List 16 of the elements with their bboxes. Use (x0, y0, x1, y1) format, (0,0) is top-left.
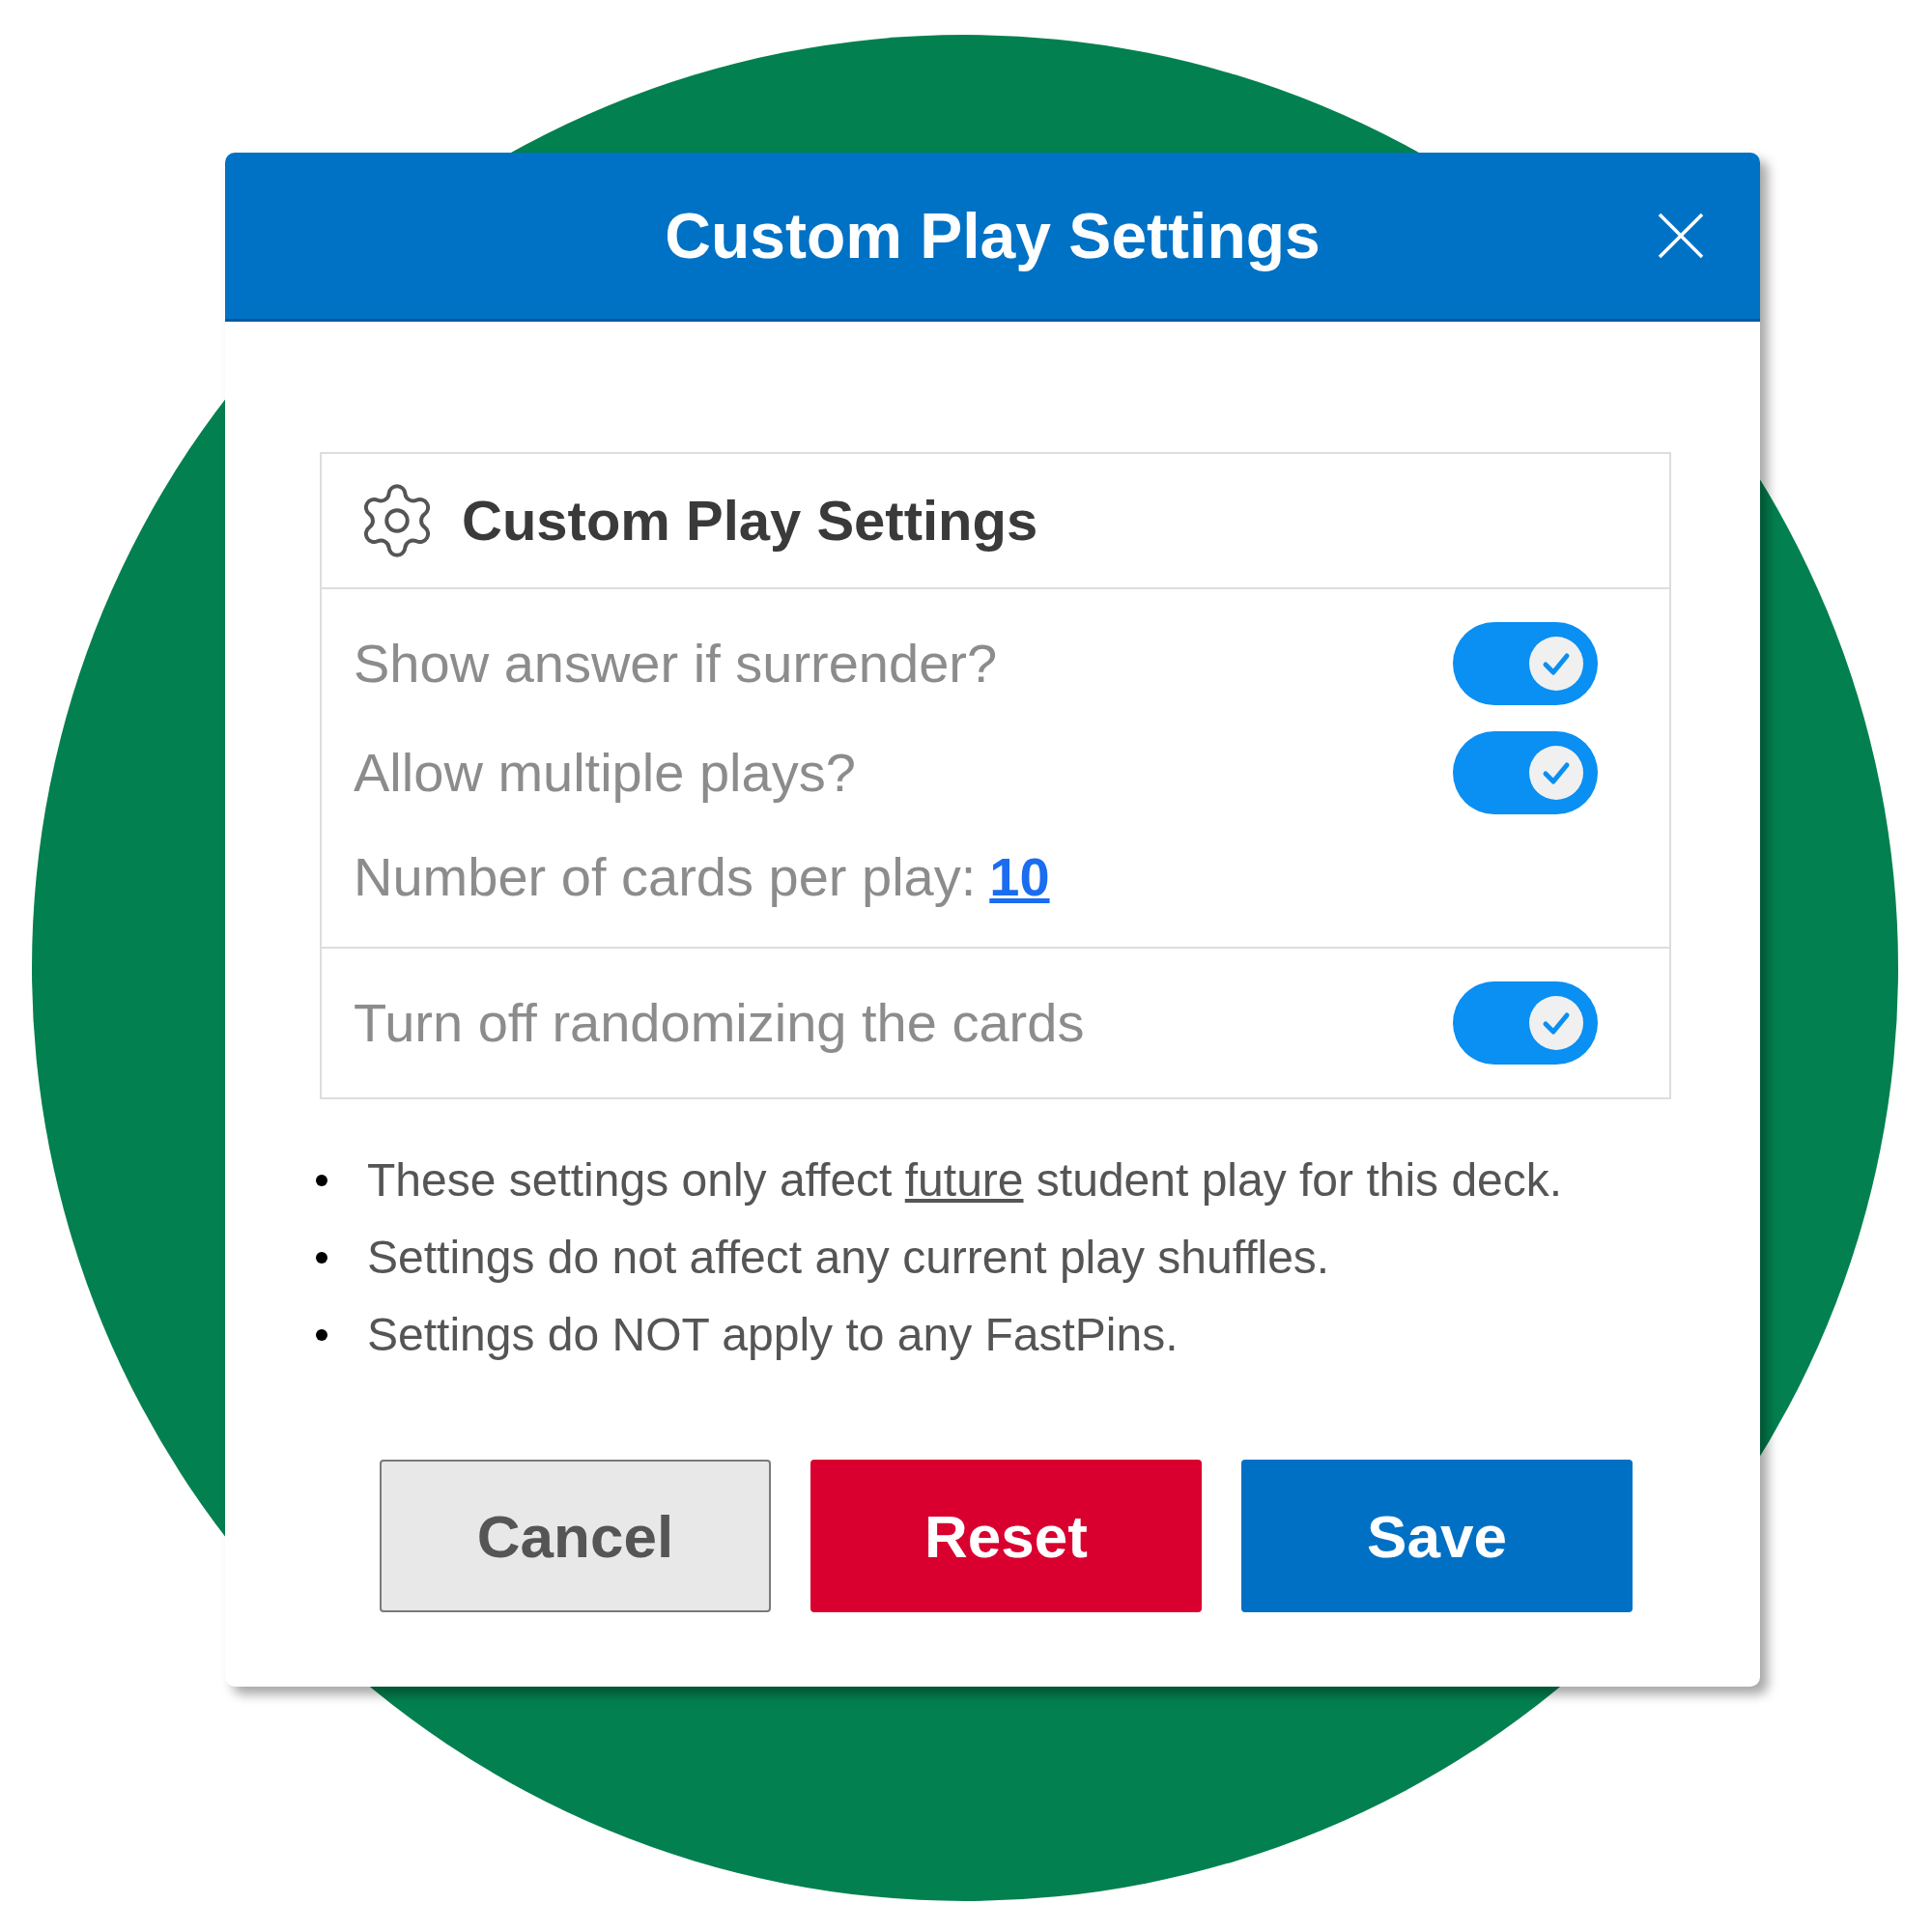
cancel-button[interactable]: Cancel (380, 1460, 771, 1612)
reset-button[interactable]: Reset (810, 1460, 1202, 1612)
bullet-icon (316, 1252, 327, 1264)
close-button[interactable] (1658, 213, 1704, 259)
bullet-icon (316, 1329, 327, 1341)
save-button[interactable]: Save (1241, 1460, 1633, 1612)
check-icon (1529, 746, 1583, 800)
note-text: Settings do NOT apply to any FastPins. (367, 1312, 1179, 1358)
value-link[interactable]: 10 (989, 850, 1050, 904)
close-icon (1658, 213, 1704, 259)
note-text: These settings only affect future student play for this deck. (367, 1157, 1563, 1204)
note-text: Settings do not affect any current play shuffles. (367, 1235, 1330, 1281)
check-icon (1529, 996, 1583, 1050)
setting-label: Show answer if surrender? (354, 637, 998, 691)
bullet-icon (316, 1175, 327, 1186)
check-icon (1529, 637, 1583, 691)
